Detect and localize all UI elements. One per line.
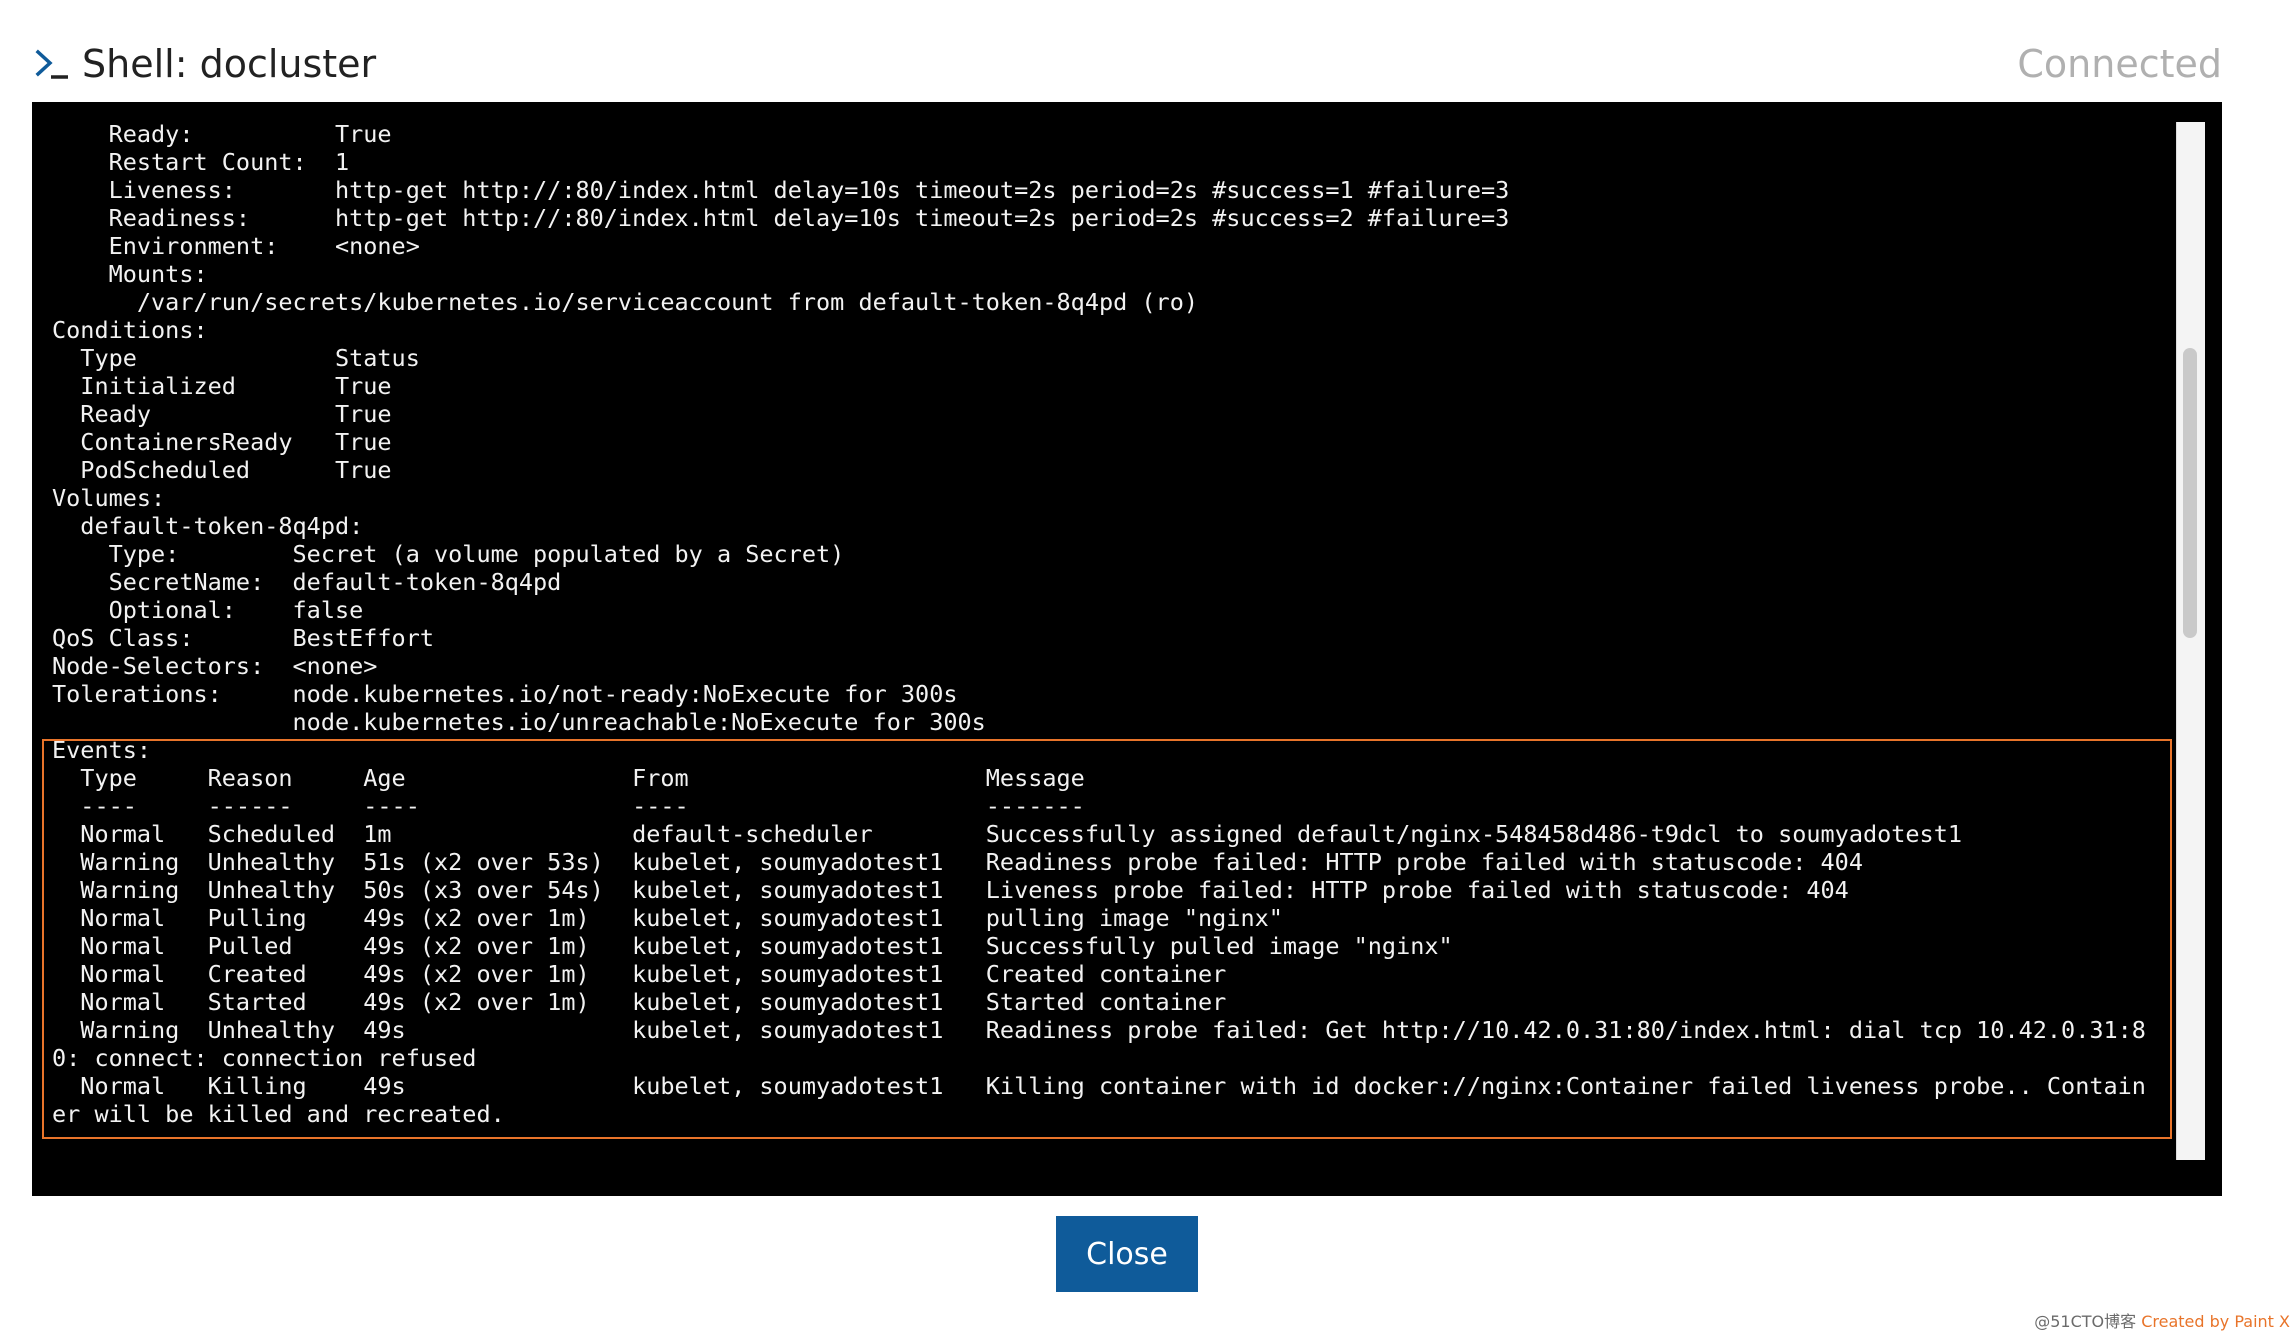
terminal-line: Optional: false xyxy=(52,596,364,624)
terminal-output: Ready: True Restart Count: 1 Liveness: h… xyxy=(52,120,2202,1128)
scrollbar-thumb[interactable] xyxy=(2183,348,2197,638)
terminal-line: Liveness: http-get http://:80/index.html… xyxy=(52,176,1510,204)
terminal-line: Normal Pulling 49s (x2 over 1m) kubelet,… xyxy=(52,904,1283,932)
terminal-line: Events: xyxy=(52,736,152,764)
close-button[interactable]: Close xyxy=(1056,1216,1198,1292)
terminal-line: Warning Unhealthy 50s (x3 over 54s) kube… xyxy=(52,876,1849,904)
terminal-line: ---- ------ ---- ---- ------- xyxy=(52,792,1085,820)
terminal-prompt-icon xyxy=(35,49,68,79)
terminal-line: Conditions: xyxy=(52,316,208,344)
terminal-line: Tolerations: node.kubernetes.io/not-read… xyxy=(52,680,958,708)
terminal-line: 0: connect: connection refused xyxy=(52,1044,477,1072)
terminal-line: Warning Unhealthy 49s kubelet, soumyadot… xyxy=(52,1016,2146,1044)
terminal-line: Ready True xyxy=(52,400,392,428)
terminal-window[interactable]: Ready: True Restart Count: 1 Liveness: h… xyxy=(32,102,2222,1196)
terminal-line: Type Reason Age From Message xyxy=(52,764,1085,792)
terminal-scrollbar[interactable] xyxy=(2176,122,2205,1160)
terminal-line: Normal Scheduled 1m default-scheduler Su… xyxy=(52,820,1963,848)
terminal-line: Restart Count: 1 xyxy=(52,148,350,176)
terminal-line: ContainersReady True xyxy=(52,428,392,456)
terminal-line: node.kubernetes.io/unreachable:NoExecute… xyxy=(52,708,986,736)
dialog-title: Shell: docluster xyxy=(82,42,377,86)
terminal-line: default-token-8q4pd: xyxy=(52,512,364,540)
connection-status: Connected xyxy=(2017,42,2222,86)
terminal-line: Type: Secret (a volume populated by a Se… xyxy=(52,540,845,568)
terminal-line: /var/run/secrets/kubernetes.io/serviceac… xyxy=(52,288,1199,316)
terminal-line: Normal Started 49s (x2 over 1m) kubelet,… xyxy=(52,988,1227,1016)
terminal-line: Environment: <none> xyxy=(52,232,420,260)
terminal-line: Ready: True xyxy=(52,120,392,148)
watermark: @51CTO博客 Created by Paint X xyxy=(2034,1308,2290,1332)
terminal-line: Initialized True xyxy=(52,372,392,400)
terminal-line: Type Status xyxy=(52,344,420,372)
dialog-header: Shell: docluster Connected xyxy=(32,30,2222,98)
terminal-line: Warning Unhealthy 51s (x2 over 53s) kube… xyxy=(52,848,1863,876)
terminal-line: PodScheduled True xyxy=(52,456,392,484)
terminal-line: Mounts: xyxy=(52,260,208,288)
terminal-line: QoS Class: BestEffort xyxy=(52,624,435,652)
terminal-line: SecretName: default-token-8q4pd xyxy=(52,568,562,596)
watermark-text: @51CTO博客 xyxy=(2034,1312,2137,1331)
terminal-line: Volumes: xyxy=(52,484,166,512)
terminal-line: Node-Selectors: <none> xyxy=(52,652,378,680)
terminal-line: er will be killed and recreated. xyxy=(52,1100,505,1128)
terminal-line: Normal Created 49s (x2 over 1m) kubelet,… xyxy=(52,960,1227,988)
terminal-line: Normal Pulled 49s (x2 over 1m) kubelet, … xyxy=(52,932,1453,960)
terminal-line: Normal Killing 49s kubelet, soumyadotest… xyxy=(52,1072,2146,1100)
terminal-line: Readiness: http-get http://:80/index.htm… xyxy=(52,204,1510,232)
watermark-sub: Created by Paint X xyxy=(2141,1312,2290,1331)
